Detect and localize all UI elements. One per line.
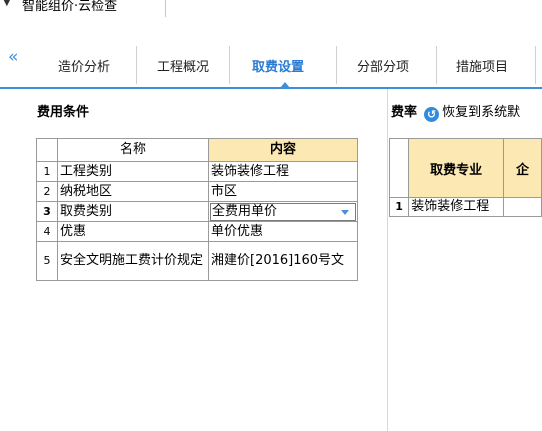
top-breadcrumb-bar: ▼ 智能组价·云检查 [0, 0, 542, 17]
tab-sub-items[interactable]: 分部分项 [357, 58, 409, 78]
tab-divider [229, 46, 230, 84]
fee-type-select[interactable]: 全费用单价 [210, 202, 356, 221]
table-row-selected[interactable]: 3 取费类别 全费用单价 [36, 201, 358, 222]
rate-header: 费率 ↺ 恢复到系统默 [391, 101, 520, 122]
table-row[interactable]: 4 优惠 单价优惠 [36, 221, 358, 242]
tab-divider [336, 46, 337, 84]
condition-name: 优惠 [57, 221, 209, 242]
column-header-profession: 取费专业 [408, 138, 505, 198]
breadcrumb[interactable]: 智能组价·云检查 [22, 0, 117, 14]
tab-divider [436, 46, 437, 84]
condition-value[interactable]: 单价优惠 [208, 221, 358, 242]
rate-title: 费率 [391, 105, 418, 120]
header-index-cell [388, 138, 410, 198]
restore-icon[interactable]: ↺ [424, 107, 440, 122]
column-header-value: 内容 [208, 138, 358, 162]
condition-name: 安全文明施工费计价规定 [57, 241, 209, 281]
tab-measure-items[interactable]: 措施项目 [456, 58, 508, 78]
table-row[interactable]: 5 安全文明施工费计价规定 湘建价[2016]160号文 [36, 241, 358, 281]
rate-table: 取费专业 企 1 装饰装修工程 [388, 138, 542, 217]
condition-value[interactable]: 市区 [208, 181, 358, 202]
row-index: 2 [36, 181, 58, 202]
condition-name: 工程类别 [57, 161, 209, 182]
tab-project-overview[interactable]: 工程概况 [157, 58, 209, 78]
header-index-cell [36, 138, 58, 162]
condition-value-cell: 全费用单价 [208, 201, 358, 222]
profession-cell[interactable]: 装饰装修工程 [408, 197, 505, 217]
collapse-panel-icon[interactable]: « [8, 49, 18, 66]
condition-name: 取费类别 [57, 201, 209, 222]
table-header-row: 名称 内容 [36, 138, 358, 162]
dropdown-arrow-icon[interactable] [341, 209, 349, 215]
fee-conditions-table: 名称 内容 1 工程类别 装饰装修工程 2 纳税地区 市区 3 取费类别 全费用… [36, 138, 358, 281]
column-header-name: 名称 [57, 138, 209, 162]
chevron-down-icon[interactable]: ▼ [3, 0, 11, 8]
row-index: 4 [36, 221, 58, 242]
condition-name: 纳税地区 [57, 181, 209, 202]
table-row[interactable]: 1 装饰装修工程 [388, 197, 542, 217]
tab-divider [136, 46, 137, 84]
tab-cost-analysis[interactable]: 造价分析 [58, 58, 110, 78]
fee-conditions-title: 费用条件 [37, 105, 90, 120]
table-header-row: 取费专业 企 [388, 138, 542, 198]
row-index: 1 [388, 197, 410, 217]
restore-default-link[interactable]: 恢复到系统默 [442, 105, 520, 120]
enterprise-cell[interactable] [503, 197, 542, 217]
table-row[interactable]: 1 工程类别 装饰装修工程 [36, 161, 358, 182]
row-index: 3 [36, 201, 58, 222]
row-index: 5 [36, 241, 58, 281]
tab-fee-settings[interactable]: 取费设置 [252, 58, 304, 78]
condition-value[interactable]: 湘建价[2016]160号文 [208, 241, 358, 281]
active-tab-indicator [280, 82, 290, 88]
divider [165, 0, 166, 17]
column-header-enterprise: 企 [503, 138, 542, 198]
table-row[interactable]: 2 纳税地区 市区 [36, 181, 358, 202]
condition-value[interactable]: 装饰装修工程 [208, 161, 358, 182]
row-index: 1 [36, 161, 58, 182]
fee-type-selected-value: 全费用单价 [212, 203, 278, 219]
tab-divider [535, 46, 536, 84]
